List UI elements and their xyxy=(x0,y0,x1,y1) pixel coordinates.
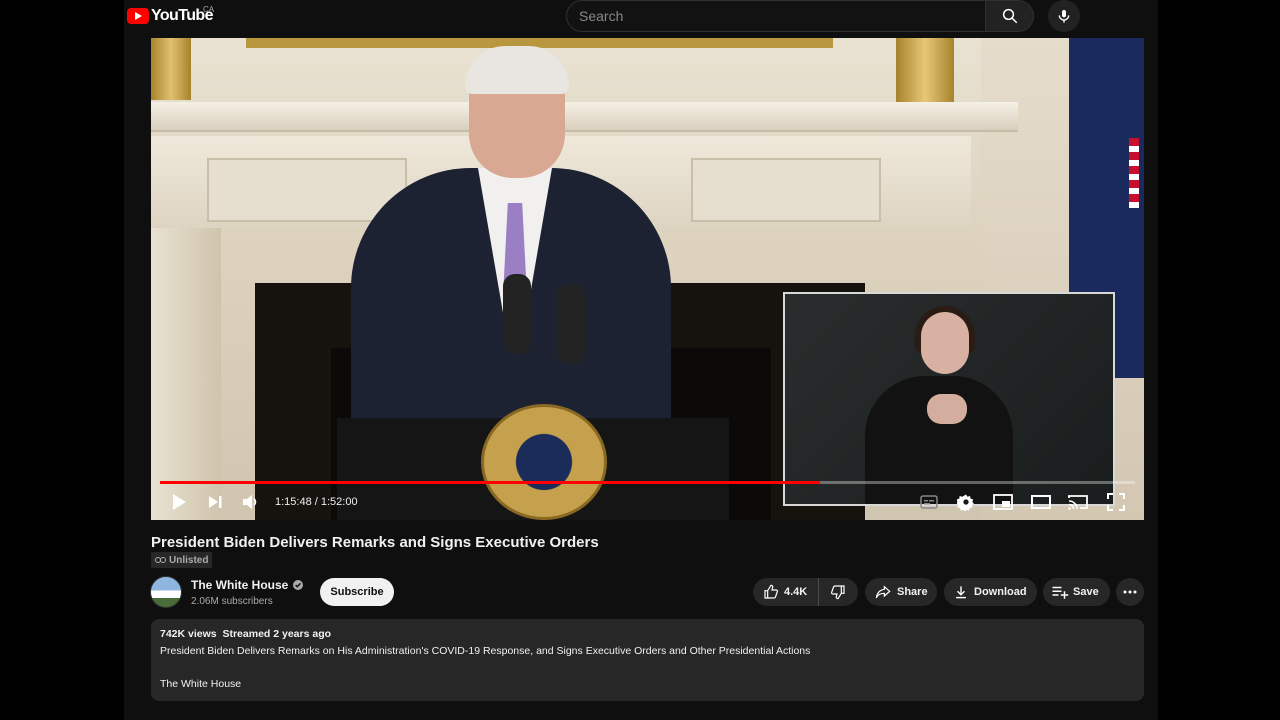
captions-button[interactable] xyxy=(915,488,943,516)
miniplayer-icon xyxy=(993,494,1013,510)
unlisted-label: Unlisted xyxy=(169,554,209,566)
voice-search-button[interactable] xyxy=(1048,0,1080,32)
more-actions-button[interactable] xyxy=(1116,578,1144,606)
share-button[interactable]: Share xyxy=(865,578,937,606)
share-label: Share xyxy=(897,586,928,598)
download-icon xyxy=(956,586,966,599)
settings-icon xyxy=(957,494,974,511)
play-button[interactable] xyxy=(165,488,193,516)
mute-button[interactable] xyxy=(237,488,265,516)
mic-icon xyxy=(1058,10,1070,23)
dislike-button[interactable] xyxy=(819,578,857,606)
cast-icon xyxy=(1068,495,1088,510)
description-text: President Biden Delivers Remarks on His … xyxy=(160,645,811,657)
verified-icon xyxy=(293,580,304,590)
play-icon xyxy=(173,494,186,510)
video-title: President Biden Delivers Remarks and Sig… xyxy=(151,534,599,551)
description-signature: The White House xyxy=(160,678,242,690)
miniplayer-button[interactable] xyxy=(989,488,1017,516)
description-meta: 742K views Streamed 2 years ago xyxy=(160,628,1135,640)
cast-button[interactable] xyxy=(1064,488,1092,516)
progress-played xyxy=(160,481,821,484)
search-icon xyxy=(1002,8,1017,24)
time-display: 1:15:48 / 1:52:00 xyxy=(275,496,358,508)
presidential-seal xyxy=(481,404,607,520)
save-label: Save xyxy=(1073,586,1099,598)
share-icon xyxy=(875,585,891,599)
search-button[interactable] xyxy=(986,0,1034,32)
captions-icon xyxy=(920,495,938,509)
fullscreen-icon xyxy=(1107,493,1125,511)
progress-bar[interactable] xyxy=(160,481,1135,484)
like-icon xyxy=(764,584,779,599)
theater-icon xyxy=(1031,495,1051,509)
settings-button[interactable] xyxy=(952,488,980,516)
volume-icon xyxy=(243,495,257,509)
fullscreen-button[interactable] xyxy=(1102,488,1130,516)
more-icon xyxy=(1123,590,1137,594)
channel-name: The White House xyxy=(191,578,289,592)
like-button[interactable]: 4.4K xyxy=(753,578,819,606)
sign-language-interpreter-inset xyxy=(783,292,1115,506)
top-bar: YouTube CA xyxy=(124,0,1158,38)
dislike-icon xyxy=(830,585,845,600)
description-box[interactable]: 742K views Streamed 2 years ago Presiden… xyxy=(151,619,1144,701)
channel-avatar[interactable] xyxy=(150,576,182,608)
view-count: 742K views xyxy=(160,628,217,640)
subscribe-button[interactable]: Subscribe xyxy=(320,578,394,606)
search-input[interactable] xyxy=(567,1,985,31)
stream-date: Streamed 2 years ago xyxy=(222,628,332,640)
subscriber-count: 2.06M subscribers xyxy=(191,596,273,607)
next-icon xyxy=(209,496,222,508)
like-count: 4.4K xyxy=(784,586,808,598)
youtube-app: YouTube CA Search 1:15:48 / 1:52:00 Pres… xyxy=(124,0,1158,720)
theater-mode-button[interactable] xyxy=(1027,488,1055,516)
download-label: Download xyxy=(974,586,1027,598)
like-dislike-group: 4.4K xyxy=(753,578,858,606)
youtube-logo-icon xyxy=(127,8,149,24)
next-button[interactable] xyxy=(201,488,229,516)
channel-name-link[interactable]: The White House xyxy=(191,578,304,592)
video-frame xyxy=(151,38,1144,520)
save-button[interactable]: Save xyxy=(1043,578,1110,606)
country-code: CA xyxy=(203,5,215,14)
link-icon xyxy=(155,557,166,563)
download-button[interactable]: Download xyxy=(944,578,1037,606)
youtube-logo[interactable]: YouTube CA xyxy=(127,5,215,25)
video-player[interactable]: 1:15:48 / 1:52:00 xyxy=(151,38,1144,520)
unlisted-badge: Unlisted xyxy=(151,552,213,568)
search-box xyxy=(566,0,986,32)
save-icon xyxy=(1052,586,1069,599)
